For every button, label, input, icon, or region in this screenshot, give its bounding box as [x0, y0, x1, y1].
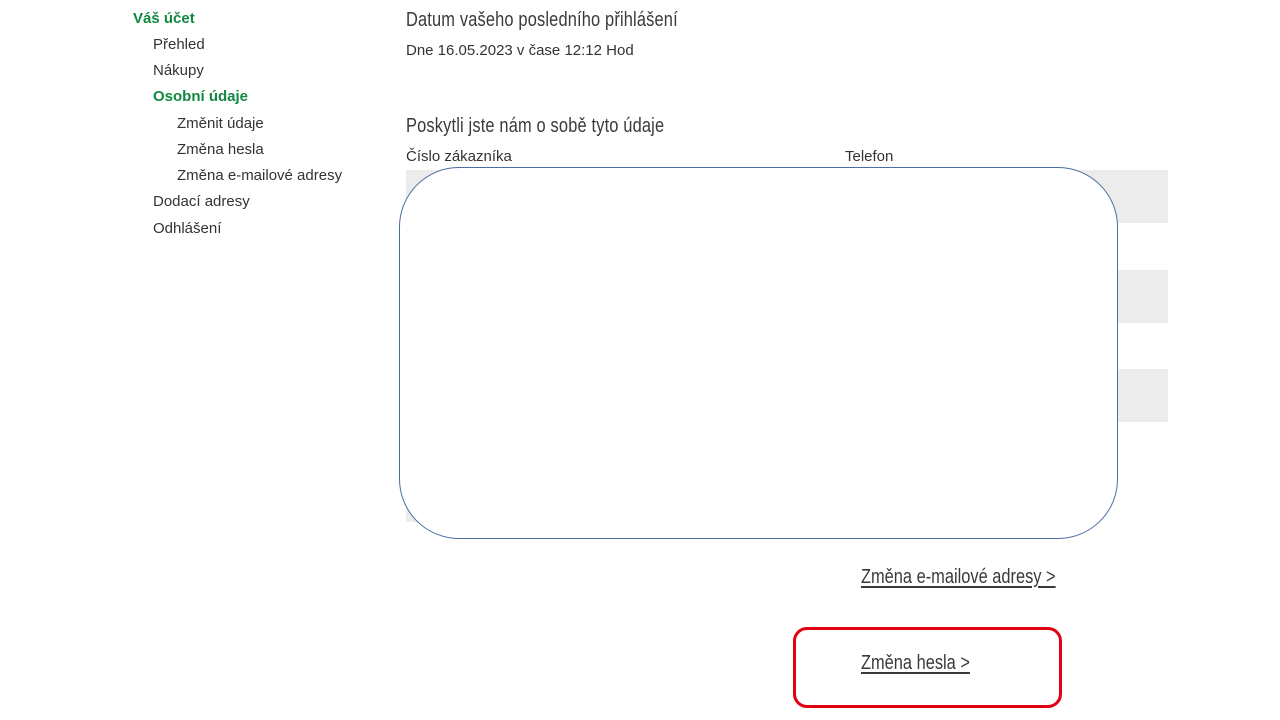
- sidebar-account-title[interactable]: Váš účet: [133, 10, 195, 28]
- sidebar-item-change-email[interactable]: Změna e-mailové adresy: [177, 167, 342, 185]
- last-login-heading: Datum vašeho posledního přihlášení: [406, 9, 678, 31]
- column-phone: Telefon: [845, 148, 894, 165]
- column-customer-number: Číslo zákazníka: [406, 148, 512, 165]
- highlight-annotation: [793, 627, 1062, 708]
- sidebar-item-change-password[interactable]: Změna hesla: [177, 141, 264, 159]
- change-email-link[interactable]: Změna e-mailové adresy >: [861, 565, 1056, 589]
- page: Váš účet Přehled Nákupy Osobní údaje Změ…: [0, 0, 1280, 720]
- sidebar-item-personal-data[interactable]: Osobní údaje: [153, 88, 248, 106]
- sidebar-item-delivery-addresses[interactable]: Dodací adresy: [153, 193, 250, 211]
- last-login-text: Dne 16.05.2023 v čase 12:12 Hod: [406, 42, 634, 59]
- sidebar-item-purchases[interactable]: Nákupy: [153, 62, 204, 80]
- sidebar-item-edit-details[interactable]: Změnit údaje: [177, 115, 264, 133]
- sidebar-item-overview[interactable]: Přehled: [153, 36, 205, 54]
- info-heading: Poskytli jste nám o sobě tyto údaje: [406, 115, 665, 137]
- sidebar-item-logout[interactable]: Odhlášení: [153, 220, 221, 238]
- redaction-overlay: [399, 167, 1118, 539]
